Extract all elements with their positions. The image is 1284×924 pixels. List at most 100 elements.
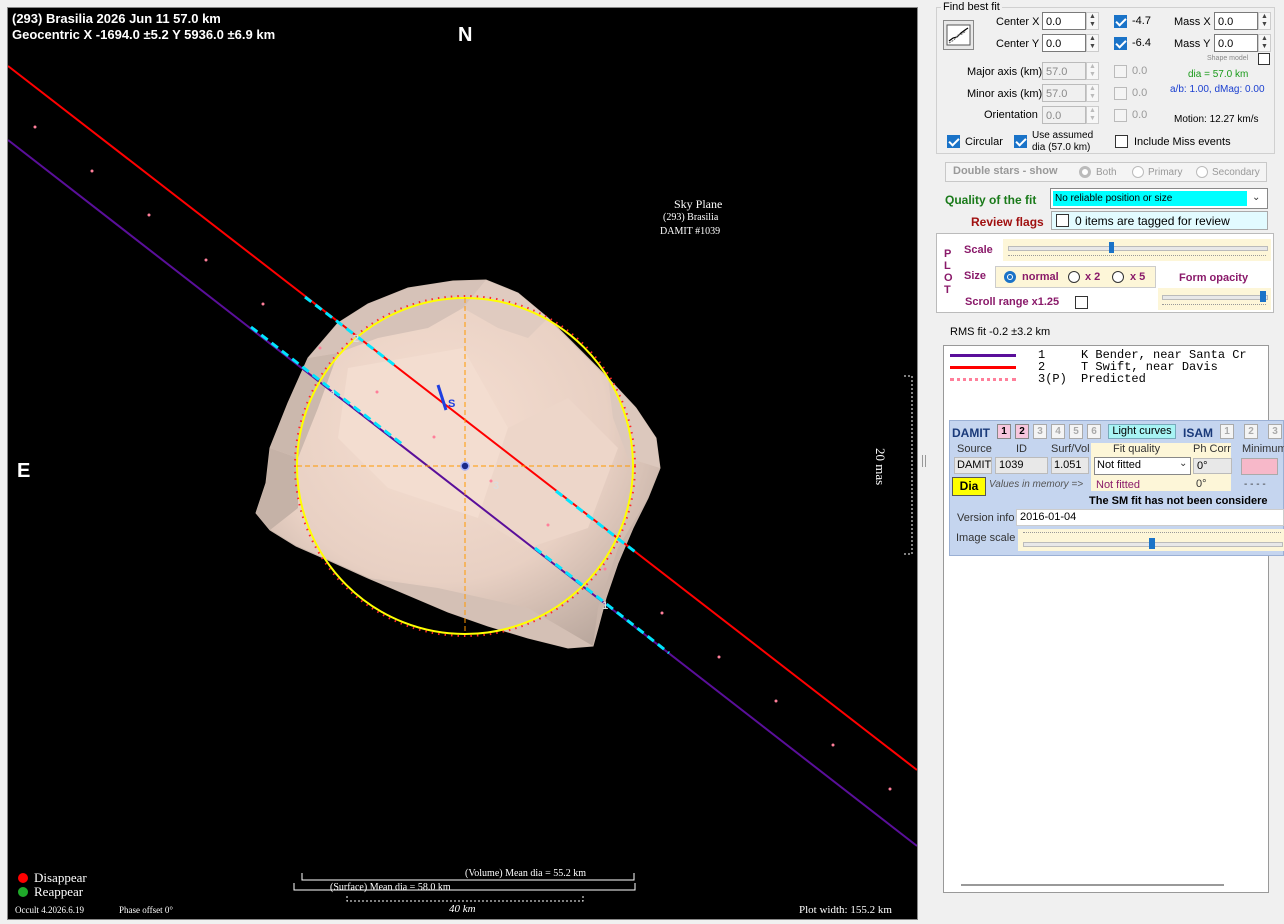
size-x5-label: x 5 <box>1130 271 1146 283</box>
use-assumed-line2: dia (57.0 km) <box>1032 142 1091 153</box>
observer-name: K Bender, near Santa Cr <box>1081 349 1247 361</box>
observer-row[interactable]: 1 K Bender, near Santa Cr <box>944 349 1268 361</box>
chord-label-3: 3 <box>493 480 500 492</box>
scale-slider-thumb[interactable] <box>1109 242 1115 253</box>
col-source: Source <box>957 443 992 455</box>
chevron-down-icon: ⌄ <box>1179 458 1188 469</box>
plot-canvas <box>8 65 917 902</box>
splitter-grip[interactable] <box>922 455 926 467</box>
form-opacity-thumb[interactable] <box>1260 291 1266 302</box>
damit-model-button-5[interactable]: 5 <box>1069 424 1083 439</box>
ph-corr-memory: 0° <box>1196 478 1207 490</box>
isam-model-button-1[interactable]: 1 <box>1220 424 1234 439</box>
control-panel: Find best fit Center X 0.0 ▲ ▼ -4.7 Cente… <box>934 0 1284 924</box>
circular-label: Circular <box>965 136 1003 148</box>
plot-letter-l: L <box>944 260 951 272</box>
surfvol-field: 1.051 <box>1051 457 1089 474</box>
center-y-spinner[interactable]: ▲ ▼ <box>1086 34 1099 52</box>
minimum-memory: - - - - <box>1244 479 1266 490</box>
motion-text: Motion: 12.27 km/s <box>1174 114 1259 125</box>
dia-button[interactable]: Dia <box>952 477 986 496</box>
review-flags-text: 0 items are tagged for review <box>1075 214 1230 228</box>
fit-quality-select[interactable]: Not fitted ⌄ <box>1094 457 1191 475</box>
minor-axis-checkbox[interactable] <box>1114 87 1127 100</box>
sky-plane-damit: DAMIT #1039 <box>660 226 721 237</box>
observer-row[interactable]: 3(P) Predicted <box>944 373 1268 385</box>
fit-button[interactable] <box>943 20 974 50</box>
sm-fit-note: The SM fit has not been considere <box>1089 495 1268 507</box>
quality-select[interactable]: No reliable position or size ⌄ <box>1050 188 1268 209</box>
observer-line-swatch <box>950 378 1016 381</box>
major-axis-spinner[interactable]: ▲ ▼ <box>1086 62 1099 80</box>
double-stars-both-radio[interactable] <box>1079 166 1091 178</box>
review-flags-checkbox[interactable] <box>1056 214 1069 227</box>
mass-y-input[interactable]: 0.0 <box>1214 34 1258 52</box>
ab-text: a/b: 1.00, dMag: 0.00 <box>1170 84 1265 95</box>
light-curves-button[interactable]: Light curves <box>1108 424 1176 439</box>
include-miss-checkbox[interactable] <box>1115 135 1128 148</box>
damit-model-button-3[interactable]: 3 <box>1033 424 1047 439</box>
size-normal-label: normal <box>1022 271 1059 283</box>
damit-model-button-1[interactable]: 1 <box>997 424 1011 439</box>
center-x-spinner[interactable]: ▲ ▼ <box>1086 12 1099 30</box>
damit-model-button-6[interactable]: 6 <box>1087 424 1101 439</box>
minor-axis-input[interactable]: 57.0 <box>1042 84 1086 102</box>
image-scale-slider[interactable] <box>1018 529 1284 551</box>
observer-row[interactable]: 2 T Swift, near Davis <box>944 361 1268 373</box>
quality-label: Quality of the fit <box>945 193 1037 207</box>
mass-y-spinner[interactable]: ▲ ▼ <box>1258 34 1271 52</box>
observer-list-scrollbar[interactable] <box>961 884 1224 886</box>
double-stars-primary-radio[interactable] <box>1132 166 1144 178</box>
scroll-range-checkbox[interactable] <box>1075 296 1088 309</box>
orientation-input[interactable]: 0.0 <box>1042 106 1086 124</box>
sky-plane-plot[interactable]: (293) Brasilia 2026 Jun 11 57.0 km Geoce… <box>7 7 918 920</box>
phase-offset-label: Phase offset 0° <box>119 905 173 915</box>
major-axis-label: Major axis (km) <box>967 66 1043 78</box>
observer-name: T Swift, near Davis <box>1081 361 1218 373</box>
chevron-down-icon: ⌄ <box>1252 192 1261 203</box>
chord-label-2: 2 <box>353 333 360 345</box>
observer-line-swatch <box>950 354 1016 357</box>
image-scale-label: Image scale <box>956 532 1016 544</box>
isam-model-button-2[interactable]: 2 <box>1244 424 1258 439</box>
double-stars-secondary-radio[interactable] <box>1196 166 1208 178</box>
isam-model-button-3[interactable]: 3 <box>1268 424 1282 439</box>
fit-quality-value: Not fitted <box>1097 459 1142 471</box>
orientation-spinner[interactable]: ▲ ▼ <box>1086 106 1099 124</box>
sky-plane-asteroid: (293) Brasilia <box>663 212 719 223</box>
center-y-checkbox[interactable] <box>1114 37 1127 50</box>
chord-label-1: 1 <box>330 389 337 401</box>
center-x-input[interactable]: 0.0 <box>1042 12 1086 30</box>
major-axis-checkbox[interactable] <box>1114 65 1127 78</box>
use-assumed-checkbox[interactable] <box>1014 135 1027 148</box>
dia-text: dia = 57.0 km <box>1188 69 1249 80</box>
center-x-check-value: -4.7 <box>1132 15 1151 27</box>
size-x2-radio[interactable] <box>1068 271 1080 283</box>
center-x-checkbox[interactable] <box>1114 15 1127 28</box>
size-normal-radio[interactable] <box>1004 271 1016 283</box>
use-assumed-line1: Use assumed <box>1032 130 1094 141</box>
circular-checkbox[interactable] <box>947 135 960 148</box>
plot-letter-t: T <box>944 284 951 296</box>
form-opacity-ticks <box>1162 304 1266 308</box>
mass-x-input[interactable]: 0.0 <box>1214 12 1258 30</box>
double-stars-primary-label: Primary <box>1148 167 1183 178</box>
damit-model-button-4[interactable]: 4 <box>1051 424 1065 439</box>
find-best-fit-label: Find best fit <box>941 1 1002 13</box>
damit-model-button-2[interactable]: 2 <box>1015 424 1029 439</box>
mass-x-label: Mass X <box>1174 16 1211 28</box>
center-y-input[interactable]: 0.0 <box>1042 34 1086 52</box>
orientation-checkbox[interactable] <box>1114 109 1127 122</box>
scale-slider[interactable] <box>1003 239 1271 261</box>
major-axis-input[interactable]: 57.0 <box>1042 62 1086 80</box>
form-opacity-slider[interactable] <box>1158 288 1271 310</box>
shape-model-checkbox[interactable] <box>1258 53 1270 65</box>
size-x5-radio[interactable] <box>1112 271 1124 283</box>
sky-plane-label: Sky Plane <box>674 197 723 211</box>
col-fit-quality: Fit quality <box>1113 443 1161 455</box>
disappear-dot-icon <box>18 873 28 883</box>
image-scale-thumb[interactable] <box>1149 538 1155 549</box>
mass-x-spinner[interactable]: ▲ ▼ <box>1258 12 1271 30</box>
minor-axis-spinner[interactable]: ▲ ▼ <box>1086 84 1099 102</box>
col-ph-corr: Ph Corr <box>1193 443 1231 455</box>
